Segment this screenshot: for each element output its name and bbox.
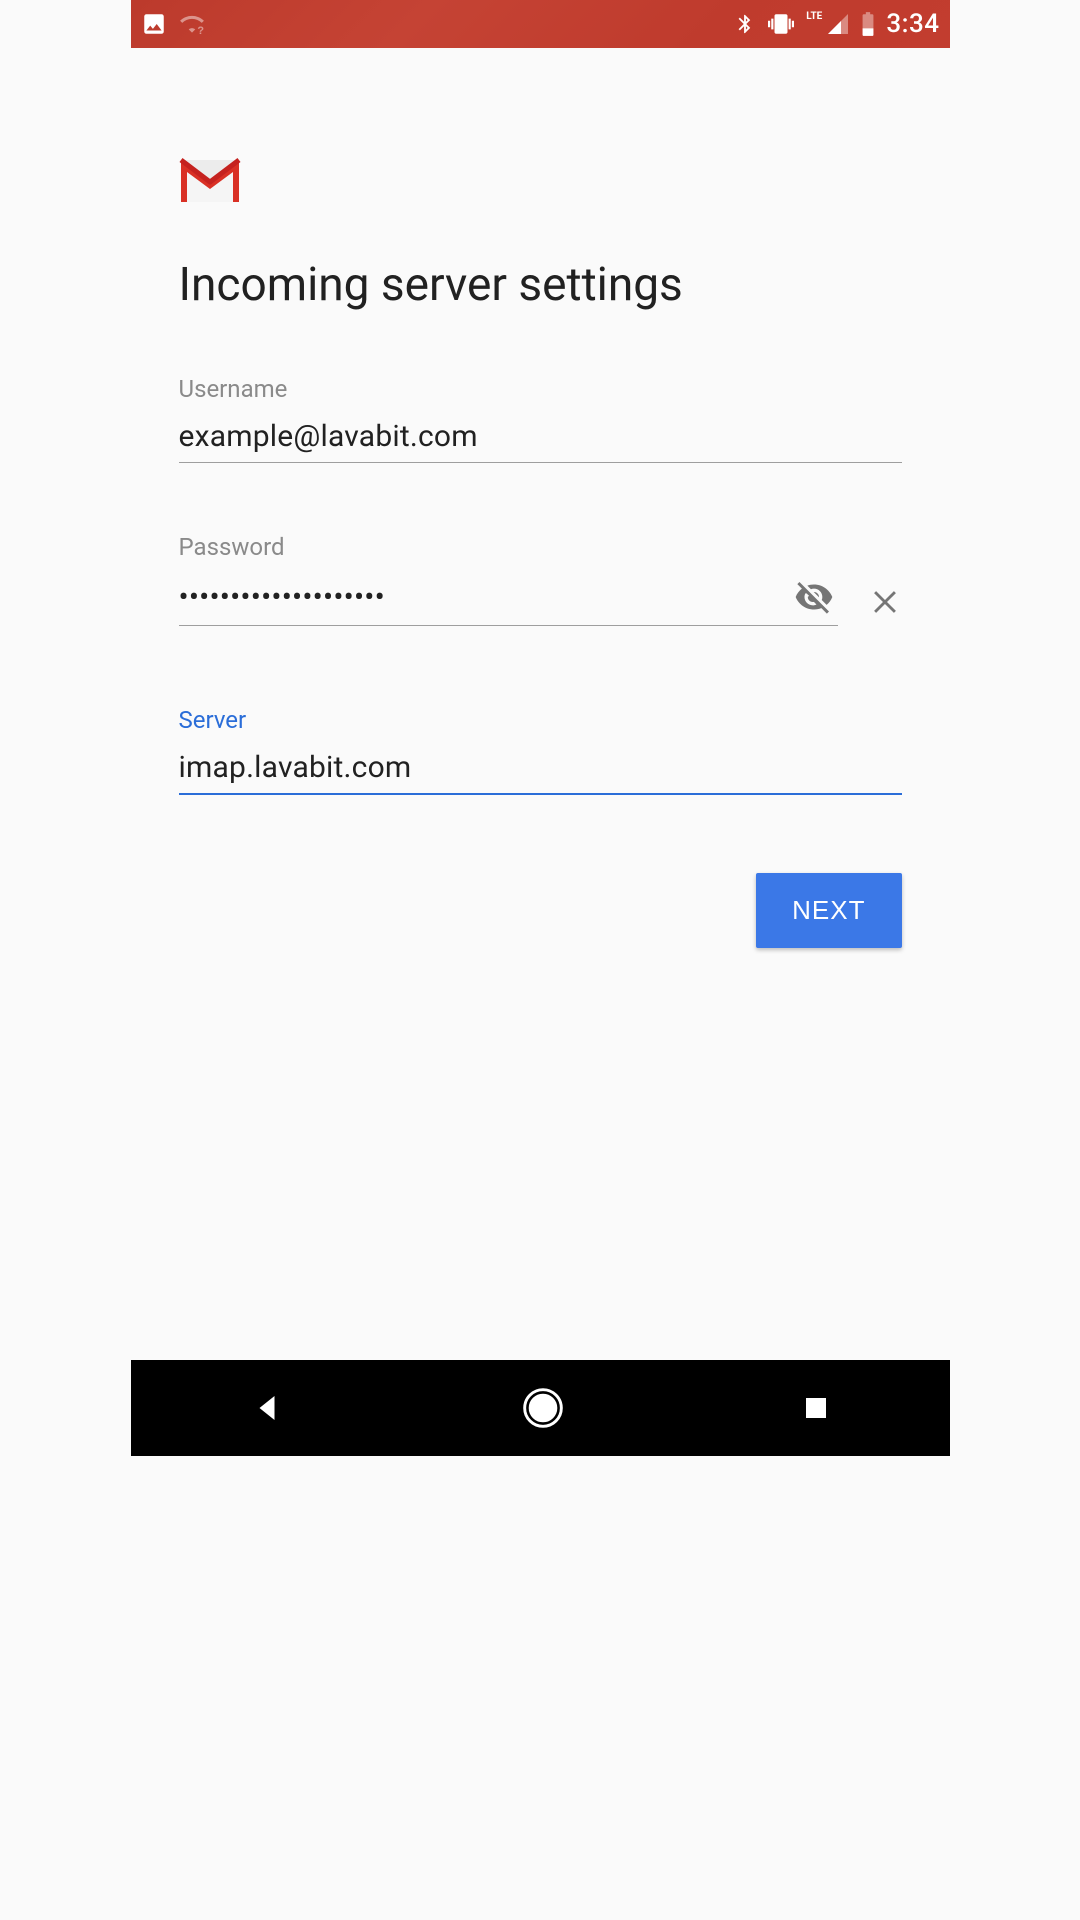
nav-recent-icon[interactable] <box>801 1393 831 1423</box>
photos-icon <box>141 11 167 37</box>
server-label: Server <box>179 706 902 734</box>
username-input[interactable] <box>179 419 902 454</box>
password-field: Password <box>179 533 902 626</box>
nav-home-icon[interactable] <box>521 1386 565 1430</box>
status-bar-clock: 3:34 <box>886 9 939 39</box>
navigation-bar <box>131 1360 950 1456</box>
svg-text:?: ? <box>197 25 204 37</box>
server-field: Server <box>179 706 902 795</box>
clear-password-icon[interactable] <box>868 585 902 619</box>
gmail-icon <box>179 189 241 208</box>
status-bar-right: LTE 3:34 <box>734 9 939 39</box>
toggle-visibility-icon[interactable] <box>790 577 838 617</box>
password-input[interactable] <box>179 580 790 615</box>
vibrate-icon <box>766 11 796 37</box>
password-label: Password <box>179 533 902 561</box>
page-title: Incoming server settings <box>179 258 902 313</box>
button-row: NEXT <box>179 873 902 948</box>
username-field: Username <box>179 375 902 463</box>
wifi-weak-icon: ? <box>177 11 207 37</box>
battery-icon <box>860 11 876 37</box>
next-button[interactable]: NEXT <box>756 873 901 948</box>
username-label: Username <box>179 375 902 403</box>
content-area: Incoming server settings Username Passwo… <box>131 48 950 1360</box>
server-input[interactable] <box>179 750 902 785</box>
signal-icon <box>826 12 850 36</box>
status-bar: ? LTE 3:34 <box>131 0 950 48</box>
status-bar-left: ? <box>141 11 207 37</box>
nav-back-icon[interactable] <box>249 1390 285 1426</box>
bluetooth-icon <box>734 11 756 37</box>
network-type-label: LTE <box>806 11 822 22</box>
app-logo-row <box>179 48 902 208</box>
